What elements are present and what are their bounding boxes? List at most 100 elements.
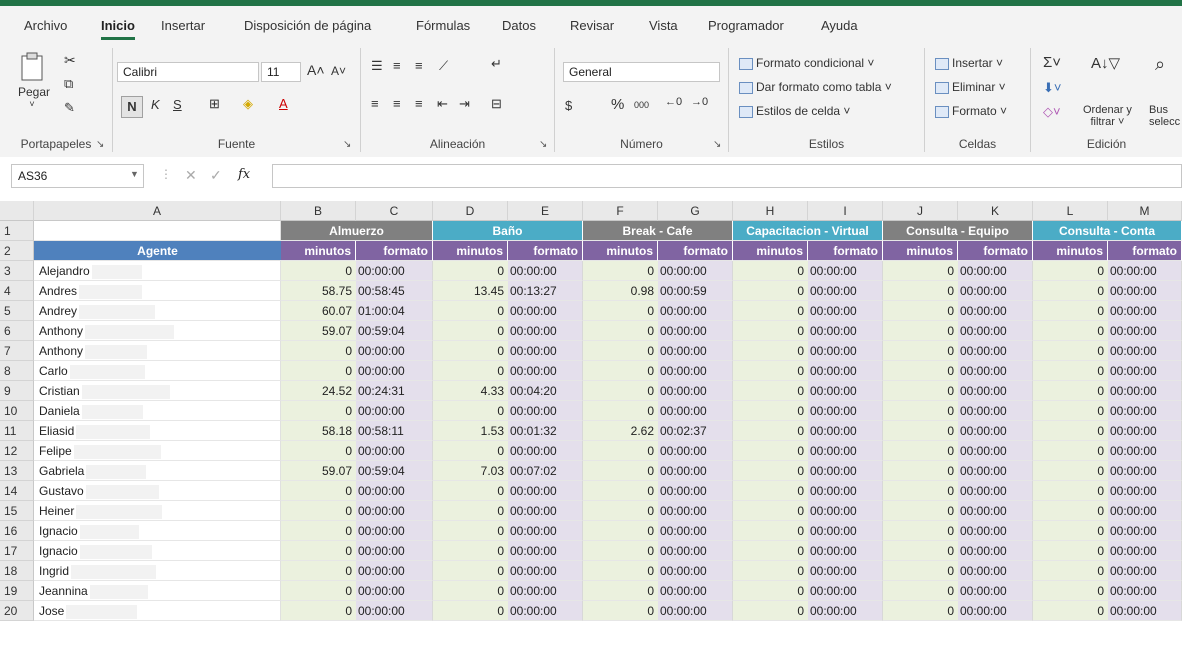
subheader-formato[interactable]: formato xyxy=(658,241,733,261)
format-cell[interactable]: 00:59:04 xyxy=(356,461,433,481)
format-cell[interactable]: 00:00:00 xyxy=(356,401,433,421)
format-cell[interactable]: 00:00:00 xyxy=(1108,301,1182,321)
format-cell[interactable]: 00:00:00 xyxy=(658,381,733,401)
subheader-minutos[interactable]: minutos xyxy=(281,241,356,261)
format-cell[interactable]: 00:00:00 xyxy=(356,341,433,361)
minutes-cell[interactable]: 0 xyxy=(733,301,808,321)
format-cell[interactable]: 00:00:00 xyxy=(808,481,883,501)
minutes-cell[interactable]: 0 xyxy=(1033,281,1108,301)
row-header[interactable]: 12 xyxy=(0,441,34,461)
minutes-cell[interactable]: 0 xyxy=(281,541,356,561)
minutes-cell[interactable]: 0 xyxy=(883,521,958,541)
column-header-k[interactable]: K xyxy=(958,201,1033,221)
minutes-cell[interactable]: 0 xyxy=(733,481,808,501)
column-header-m[interactable]: M xyxy=(1108,201,1182,221)
minutes-cell[interactable]: 0 xyxy=(883,341,958,361)
minutes-cell[interactable]: 0 xyxy=(433,501,508,521)
column-header-i[interactable]: I xyxy=(808,201,883,221)
delete-cells-button[interactable]: Eliminar ˅ xyxy=(935,80,1006,94)
group-header[interactable]: Almuerzo xyxy=(281,221,433,241)
format-cell[interactable]: 00:00:00 xyxy=(658,441,733,461)
tab-inicio[interactable]: Inicio xyxy=(101,18,135,40)
select-all-corner[interactable] xyxy=(0,201,34,221)
row-header[interactable]: 15 xyxy=(0,501,34,521)
format-cell[interactable]: 00:00:00 xyxy=(658,501,733,521)
minutes-cell[interactable]: 0 xyxy=(281,441,356,461)
format-cell[interactable]: 00:00:00 xyxy=(658,261,733,281)
minutes-cell[interactable]: 0 xyxy=(1033,321,1108,341)
minutes-cell[interactable]: 0 xyxy=(281,361,356,381)
minutes-cell[interactable]: 0 xyxy=(883,421,958,441)
format-cell[interactable]: 00:00:00 xyxy=(1108,521,1182,541)
minutes-cell[interactable]: 0 xyxy=(733,561,808,581)
copy-icon[interactable]: ⧉ xyxy=(64,76,73,92)
agent-name-cell[interactable]: Ignacio xyxy=(34,521,281,541)
format-cell[interactable]: 00:00:00 xyxy=(958,381,1033,401)
minutes-cell[interactable]: 0 xyxy=(733,361,808,381)
minutes-cell[interactable]: 0 xyxy=(433,261,508,281)
align-top-icon[interactable]: ☰ xyxy=(371,58,383,74)
agent-name-cell[interactable]: Gabriela xyxy=(34,461,281,481)
agent-name-cell[interactable]: Gustavo xyxy=(34,481,281,501)
minutes-cell[interactable]: 0 xyxy=(281,261,356,281)
format-cell[interactable]: 00:00:00 xyxy=(808,501,883,521)
minutes-cell[interactable]: 13.45 xyxy=(433,281,508,301)
tab-ayuda[interactable]: Ayuda xyxy=(821,18,858,33)
format-cell[interactable]: 00:00:00 xyxy=(958,261,1033,281)
format-cell[interactable]: 00:00:00 xyxy=(958,281,1033,301)
name-box[interactable]: AS36 xyxy=(11,164,144,188)
format-cell[interactable]: 00:00:00 xyxy=(958,521,1033,541)
minutes-cell[interactable]: 0 xyxy=(1033,421,1108,441)
group-header[interactable]: Consulta - Equipo xyxy=(883,221,1033,241)
minutes-cell[interactable]: 0 xyxy=(583,261,658,281)
font-color-icon[interactable]: A xyxy=(279,96,288,111)
format-cell[interactable]: 00:00:00 xyxy=(958,421,1033,441)
format-cell[interactable]: 00:00:00 xyxy=(958,441,1033,461)
format-cell[interactable]: 00:00:00 xyxy=(808,341,883,361)
format-cell[interactable]: 00:00:00 xyxy=(1108,281,1182,301)
format-cell[interactable]: 00:00:00 xyxy=(658,341,733,361)
format-cell[interactable]: 00:00:00 xyxy=(958,581,1033,601)
dialog-launcher-icon[interactable]: ↘ xyxy=(713,139,721,150)
minutes-cell[interactable]: 0 xyxy=(583,521,658,541)
minutes-cell[interactable]: 0 xyxy=(1033,441,1108,461)
format-cell[interactable]: 00:00:00 xyxy=(356,261,433,281)
format-cell[interactable]: 00:00:00 xyxy=(958,501,1033,521)
agent-name-cell[interactable]: Ignacio xyxy=(34,541,281,561)
column-header-a[interactable]: A xyxy=(34,201,281,221)
column-header-l[interactable]: L xyxy=(1033,201,1108,221)
format-cell[interactable]: 00:00:00 xyxy=(808,401,883,421)
row-header[interactable]: 10 xyxy=(0,401,34,421)
cell-a1[interactable] xyxy=(34,221,281,241)
minutes-cell[interactable]: 0 xyxy=(433,341,508,361)
format-cell[interactable]: 00:00:00 xyxy=(808,561,883,581)
row-header[interactable]: 20 xyxy=(0,601,34,621)
format-cell[interactable]: 00:00:00 xyxy=(1108,321,1182,341)
format-cell[interactable]: 00:00:00 xyxy=(356,441,433,461)
autosum-icon[interactable]: Σ˅ xyxy=(1043,54,1061,71)
minutes-cell[interactable]: 0 xyxy=(281,341,356,361)
font-size-select[interactable]: 11 xyxy=(261,62,301,82)
format-cell[interactable]: 00:00:00 xyxy=(658,301,733,321)
minutes-cell[interactable]: 0 xyxy=(883,501,958,521)
minutes-cell[interactable]: 0 xyxy=(733,421,808,441)
format-cell[interactable]: 00:00:00 xyxy=(1108,481,1182,501)
function-icon[interactable]: fx xyxy=(238,167,250,182)
format-cell[interactable]: 00:00:00 xyxy=(808,281,883,301)
row-header[interactable]: 17 xyxy=(0,541,34,561)
minutes-cell[interactable]: 0 xyxy=(883,381,958,401)
agent-name-cell[interactable]: Jeannina xyxy=(34,581,281,601)
format-cell[interactable]: 00:00:00 xyxy=(356,481,433,501)
format-cell[interactable]: 00:00:00 xyxy=(658,481,733,501)
fill-color-icon[interactable]: ◈ xyxy=(243,96,253,112)
minutes-cell[interactable]: 0 xyxy=(733,601,808,621)
minutes-cell[interactable]: 0 xyxy=(1033,261,1108,281)
subheader-formato[interactable]: formato xyxy=(1108,241,1182,261)
format-cell[interactable]: 00:00:59 xyxy=(658,281,733,301)
sort-filter-button[interactable]: Ordenar y filtrar ˅ xyxy=(1083,104,1132,128)
minutes-cell[interactable]: 0 xyxy=(733,501,808,521)
agent-name-cell[interactable]: Carlo xyxy=(34,361,281,381)
format-cell[interactable]: 00:00:00 xyxy=(808,301,883,321)
minutes-cell[interactable]: 0 xyxy=(433,321,508,341)
minutes-cell[interactable]: 7.03 xyxy=(433,461,508,481)
